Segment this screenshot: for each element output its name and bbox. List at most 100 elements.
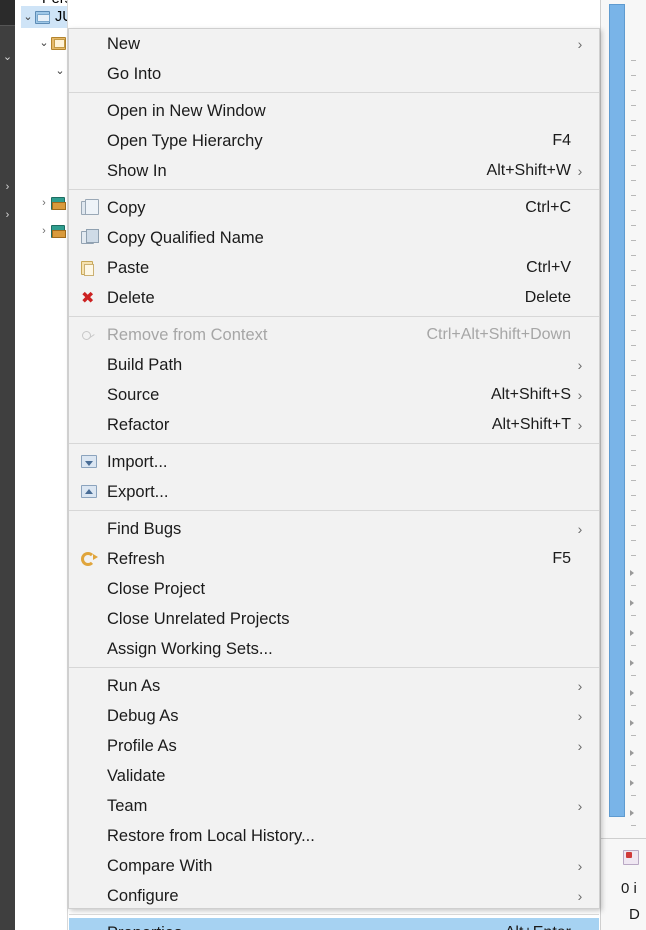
menu-item-icon-slot [69,574,107,604]
menu-item-new[interactable]: New › [69,29,599,59]
chevron-right-icon-1[interactable]: › [2,182,13,193]
menu-item-accelerator: Alt+Shift+W [486,162,571,179]
menu-item-validate[interactable]: Validate› [69,761,599,791]
submenu-arrow-icon[interactable]: › [571,357,589,373]
menu-item-accelerator: Alt+Enter [487,924,571,930]
menu-item-copy-qualified-name[interactable]: Copy Qualified Name› [69,223,599,253]
project-icon [35,9,52,25]
menu-item-icon-slot [69,731,107,761]
chevron-down-icon[interactable]: ⌄ [2,52,13,63]
menu-item-build-path[interactable]: Build Path › [69,350,599,380]
menu-item-restore-from-local-history[interactable]: Restore from Local History...› [69,821,599,851]
menu-item-label: Profile As [107,736,177,755]
tree-item-jutiltest[interactable]: ⌄ JUtilTest [21,6,67,28]
menu-item-label: Go Into [107,64,162,83]
menu-item-paste[interactable]: PasteCtrl+V› [69,253,599,283]
tree-item-library-2[interactable]: › [37,220,67,242]
ruler-tick [630,720,634,726]
chevron-down-icon[interactable]: ⌄ [37,37,51,49]
menu-item-go-into[interactable]: Go Into› [69,59,599,89]
submenu-arrow-icon[interactable]: › [571,387,589,403]
menu-item-team[interactable]: Team › [69,791,599,821]
menu-item-debug-as[interactable]: Debug As › [69,701,599,731]
package-explorer-tree[interactable]: Perspectives ⌄ JUtilTest ⌄ ⌄ › › [15,0,68,930]
ruler-tick [631,195,636,196]
menu-item-find-bugs[interactable]: Find Bugs › [69,514,599,544]
ruler-tick [631,675,636,676]
menu-item-icon-slot [69,59,107,89]
chevron-right-icon-2[interactable]: › [2,210,13,221]
menu-item-icon-slot [69,761,107,791]
menu-item-icon-slot [69,881,107,911]
menu-item-copy[interactable]: CopyCtrl+C› [69,193,599,223]
chevron-right-icon[interactable]: › [37,197,51,209]
menu-item-accelerator: Delete [524,289,571,306]
menu-item-refactor[interactable]: Refactor Alt+Shift+T › [69,410,599,440]
submenu-arrow-icon[interactable]: › [571,163,589,179]
tree-item-package[interactable]: ⌄ [53,60,67,82]
menu-item-run-as[interactable]: Run As › [69,671,599,701]
submenu-arrow-icon[interactable]: › [571,417,589,433]
menu-item-configure[interactable]: Configure › [69,881,599,911]
chevron-down-icon[interactable]: ⌄ [53,65,67,77]
tree-item-library-1[interactable]: › [37,192,67,214]
submenu-arrow-icon[interactable]: › [571,798,589,814]
ruler-tick [631,585,636,586]
jar-icon [51,223,67,239]
menu-item-compare-with[interactable]: Compare With › [69,851,599,881]
ruler-tick [631,405,636,406]
copy-qualified-name-icon [69,223,107,253]
ruler-tick [631,225,636,226]
submenu-arrow-icon[interactable]: › [571,738,589,754]
tree-item-src[interactable]: ⌄ [37,32,67,54]
submenu-arrow-icon[interactable]: › [571,888,589,904]
submenu-arrow-icon[interactable]: › [571,708,589,724]
jar-icon [51,195,67,211]
ruler-tick [631,495,636,496]
ruler-tick [631,735,636,736]
menu-item-label: Delete [107,288,155,307]
menu-separator [69,667,599,668]
menu-item-open-type-hierarchy[interactable]: Open Type HierarchyF4› [69,126,599,156]
menu-item-icon-slot [69,701,107,731]
src-folder-icon [51,35,67,51]
pane-divider [601,838,646,839]
menu-item-label: Export... [107,482,169,501]
submenu-arrow-icon[interactable]: › [571,678,589,694]
problems-marker-icon [623,850,639,865]
ruler-tick [631,105,636,106]
ruler-tick [631,255,636,256]
menu-item-icon-slot [69,410,107,440]
menu-item-source[interactable]: Source Alt+Shift+S › [69,380,599,410]
menu-item-remove-from-context: Remove from ContextCtrl+Alt+Shift+Down› [69,320,599,350]
ruler-tick [631,60,636,61]
ruler-tick [631,285,636,286]
menu-item-label: Show In [107,161,167,180]
submenu-arrow-icon[interactable]: › [571,36,589,52]
editor-right-strip: 0 i D [600,0,646,930]
menu-item-show-in[interactable]: Show In Alt+Shift+W › [69,156,599,186]
menu-item-profile-as[interactable]: Profile As › [69,731,599,761]
menu-item-open-in-new-window[interactable]: Open in New Window› [69,96,599,126]
editor-scrollbar[interactable] [609,4,625,817]
menu-item-refresh[interactable]: RefreshF5› [69,544,599,574]
import-icon [69,447,107,477]
menu-item-close-project[interactable]: Close Project› [69,574,599,604]
menu-item-delete[interactable]: ✖DeleteDelete› [69,283,599,313]
menu-item-label: Source [107,385,160,404]
ruler-tick [630,810,634,816]
chevron-right-icon[interactable]: › [37,225,51,237]
ruler-tick [631,465,636,466]
chevron-down-icon[interactable]: ⌄ [21,11,35,23]
menu-item-label: Debug As [107,706,179,725]
menu-item-import[interactable]: Import...› [69,447,599,477]
menu-item-assign-working-sets[interactable]: Assign Working Sets...› [69,634,599,664]
menu-item-properties[interactable]: PropertiesAlt+Enter› [69,918,599,930]
submenu-arrow-icon[interactable]: › [571,858,589,874]
project-context-menu[interactable]: New›Go Into›Open in New Window›Open Type… [68,28,600,930]
menu-item-icon-slot [69,350,107,380]
editor-overview-ruler[interactable] [629,60,646,890]
menu-item-export[interactable]: Export...› [69,477,599,507]
submenu-arrow-icon[interactable]: › [571,521,589,537]
menu-item-close-unrelated-projects[interactable]: Close Unrelated Projects› [69,604,599,634]
